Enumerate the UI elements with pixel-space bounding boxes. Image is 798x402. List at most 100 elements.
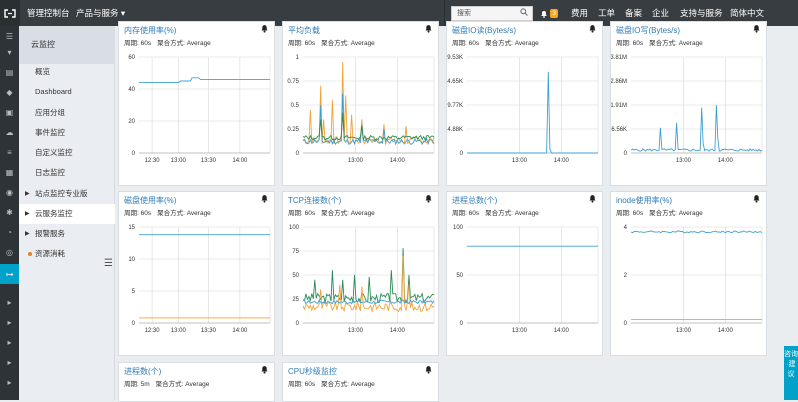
sidebar-item-custom-monitor[interactable]: 自定义监控	[19, 143, 115, 163]
list-icon[interactable]: ▤	[0, 62, 19, 82]
card-period: 周期: 60s	[452, 210, 480, 217]
alarm-bell-icon[interactable]	[752, 24, 761, 33]
monitor-icon[interactable]: ◎	[0, 242, 19, 262]
card-meta: 周期: 60s 聚合方式: Average	[124, 207, 211, 217]
card-aggregation: 聚合方式: Average	[157, 40, 211, 47]
card-meta: 周期: 5m 聚合方式: Average	[124, 378, 209, 388]
star-icon[interactable]: ✱	[0, 202, 19, 222]
card-title[interactable]: 平均负载	[288, 25, 320, 36]
sidebar-item-label: 报警服务	[35, 229, 65, 238]
eye-icon[interactable]: ◉	[0, 182, 19, 202]
chevron-right-icon[interactable]: ▸	[0, 352, 19, 372]
consult-button[interactable]: 咨询·建议	[784, 346, 798, 400]
database-icon[interactable]: ≡	[0, 142, 19, 162]
card-title[interactable]: 磁盘使用率(%)	[124, 195, 176, 206]
sidebar-item-event-monitor[interactable]: 事件监控	[19, 123, 115, 143]
alarm-bell-icon[interactable]	[588, 24, 597, 33]
y-tick-label: 60	[128, 55, 135, 61]
card-title[interactable]: 进程数(个)	[124, 366, 161, 377]
caret-down-icon[interactable]: ▾	[0, 42, 19, 62]
sidebar-item-alarm-service[interactable]: ▶ 报警服务	[19, 224, 115, 244]
products-label: 产品与服务	[76, 8, 119, 18]
card-period: 周期: 60s	[616, 210, 644, 217]
alarm-bell-icon[interactable]	[260, 24, 269, 33]
card-period: 周期: 60s	[452, 40, 480, 47]
sidebar-title: 云监控	[19, 26, 115, 64]
card-title[interactable]: 进程总数(个)	[452, 195, 497, 206]
logo-icon[interactable]	[0, 0, 20, 26]
card-aggregation: 聚合方式: Average	[649, 40, 703, 47]
card-period: 周期: 60s	[124, 40, 152, 47]
card-aggregation: 聚合方式: Average	[321, 40, 375, 47]
sidebar-item-dashboard[interactable]: Dashboard	[19, 82, 115, 102]
alarm-bell-icon[interactable]	[424, 365, 433, 374]
card-title[interactable]: 内存使用率(%)	[124, 25, 176, 36]
sidebar-item-resource-usage[interactable]: 资源消耗	[19, 244, 115, 264]
card-title[interactable]: 磁盘IO读(Bytes/s)	[452, 25, 516, 36]
sidebar-item-label: 站点监控专业版	[35, 189, 88, 198]
tcp-line-1	[302, 248, 435, 304]
metric-card: 1 0.75 0.5 0.25 0 13:00 14:00 平均负载 周期: 60s 聚合方式: …	[282, 21, 439, 186]
card-period: 周期: 60s	[288, 381, 316, 388]
cloud-icon[interactable]: ☁	[0, 122, 19, 142]
alarm-bell-icon[interactable]	[424, 24, 433, 33]
load-line-1	[302, 61, 435, 146]
card-aggregation: 聚合方式: Average	[321, 210, 375, 217]
sidebar-item-overview[interactable]: 概览	[19, 62, 115, 82]
alarm-bell-icon[interactable]	[752, 194, 761, 203]
card-period: 周期: 60s	[288, 210, 316, 217]
card-meta: 周期: 60s 聚合方式: Average	[452, 37, 539, 47]
card-period: 周期: 60s	[288, 40, 316, 47]
alarm-bell-icon[interactable]	[588, 194, 597, 203]
search-icon[interactable]	[520, 8, 528, 21]
card-title[interactable]: CPU秒级监控	[288, 366, 337, 377]
metric-card: 15 10 5 0 12:30 13:00 13:30 14:00 磁盘使用率(%) 周期: 60…	[118, 191, 275, 356]
chevron-right-icon[interactable]: ▸	[0, 312, 19, 332]
cloud-monitor-icon[interactable]: ⊶	[0, 264, 19, 284]
card-title[interactable]: inode使用率(%)	[616, 195, 672, 206]
chevron-right-icon[interactable]: ▸	[0, 372, 19, 392]
sidebar: 云监控 概览 Dashboard 应用分组 事件监控 自定义监控 日志监控 ▶ 站…	[19, 26, 115, 400]
y-tick-label: 4.88K	[447, 127, 463, 133]
y-tick-label: 15	[128, 225, 135, 231]
sidebar-item-log-monitor[interactable]: 日志监控	[19, 163, 115, 183]
y-tick-label: 0	[132, 321, 136, 327]
card-aggregation: 聚合方式: Average	[485, 210, 539, 217]
y-tick-label: 50	[292, 273, 299, 279]
y-tick-label: 976.56K	[611, 127, 627, 133]
card-period: 周期: 60s	[616, 40, 644, 47]
card-title[interactable]: 磁盘IO写(Bytes/s)	[616, 25, 680, 36]
sidebar-item-site-monitor[interactable]: ▶ 站点监控专业版	[19, 184, 115, 204]
product-icon-bar: ☰ ▾ ▤ ◆ ▣ ☁ ≡ ▦ ◉ ✱ ◔ ◎ ⊶ ▸ ▸ ▸ ▸ ▸	[0, 26, 19, 400]
card-aggregation: 聚合方式: Average	[649, 210, 703, 217]
y-tick-label: 0	[460, 321, 464, 327]
y-tick-label: 20	[128, 119, 135, 125]
x-tick-label: 13:30	[201, 328, 217, 334]
metric-card: 4 2 0 13:00 14:00 inode使用率(%) 周期: 60s 聚合方式: Ave…	[610, 191, 767, 356]
layers-icon[interactable]: ▦	[0, 162, 19, 182]
chevron-right-icon[interactable]: ▸	[0, 292, 19, 312]
x-tick-label: 13:00	[348, 158, 364, 164]
card-meta: 周期: 60s 聚合方式: Average	[288, 378, 375, 388]
y-tick-label: 25	[292, 297, 299, 303]
alarm-bell-icon[interactable]	[260, 194, 269, 203]
search-input[interactable]: 搜索	[451, 6, 533, 21]
metric-card: CPU秒级监控 周期: 60s 聚合方式: Average	[282, 362, 439, 402]
user-icon[interactable]: ◔	[0, 222, 19, 242]
card-meta: 周期: 60s 聚合方式: Average	[616, 207, 703, 217]
sidebar-item-cloud-service[interactable]: ▶ 云服务监控	[19, 204, 115, 224]
cube-icon[interactable]: ▣	[0, 102, 19, 122]
alarm-bell-icon[interactable]	[260, 365, 269, 374]
alarm-bell-icon[interactable]	[424, 194, 433, 203]
notification-badge: 3	[550, 9, 558, 19]
shield-icon[interactable]: ◆	[0, 82, 19, 102]
x-tick-label: 13:00	[512, 158, 528, 164]
card-title[interactable]: TCP连接数(个)	[288, 195, 341, 206]
chevron-right-icon[interactable]: ▸	[0, 332, 19, 352]
sidebar-item-app-groups[interactable]: 应用分组	[19, 103, 115, 123]
card-meta: 周期: 60s 聚合方式: Average	[616, 37, 703, 47]
console-link[interactable]: 管理控制台	[27, 0, 70, 26]
card-meta: 周期: 60s 聚合方式: Average	[288, 37, 375, 47]
collapse-sidebar-icon[interactable]: ☰	[104, 258, 113, 269]
y-tick-label: 19.53K	[447, 55, 463, 61]
